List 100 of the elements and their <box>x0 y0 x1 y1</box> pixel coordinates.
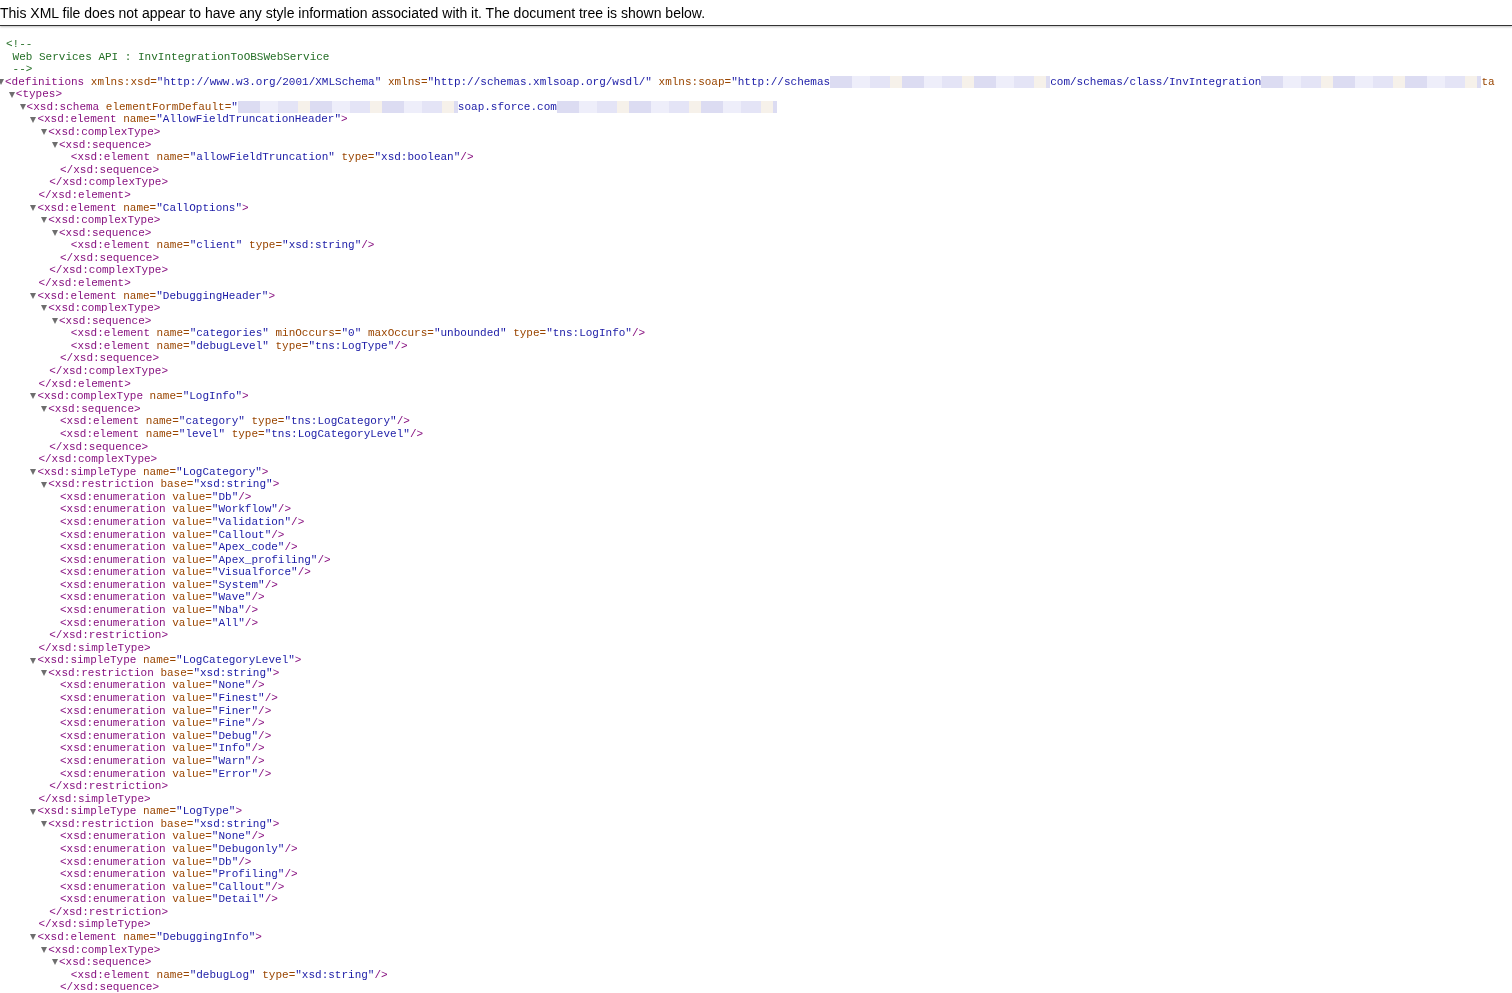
disclosure-triangle-icon[interactable] <box>41 670 48 677</box>
code-line: <xsd:element name="debugLevel" type="tns:LogType"/> <box>70 339 408 353</box>
code-line: <xsd:enumeration value="Debug"/> <box>60 729 272 743</box>
code-line: <xsd:enumeration value="Apex_code"/> <box>60 541 298 554</box>
code-line: <definitions xmlns:xsd="http://www.w3.org/2001/XMLSchema" xmlns="http://schemas.xmlsoap.org/wsdl/" xmlns:soap="http://schemas <box>5 75 831 89</box>
code-line: </xsd:element> <box>38 188 131 202</box>
code-line: <xsd:sequence> <box>59 138 152 152</box>
disclosure-triangle-icon[interactable] <box>30 468 37 475</box>
code-line: <xsd:enumeration value="None"/> <box>60 830 265 843</box>
code-line: com/schemas/class/InvIntegration <box>1050 75 1262 89</box>
code-line: </xsd:complexType> <box>38 453 158 466</box>
code-line: <!-- <box>6 38 33 51</box>
code-line: <xsd:enumeration value="Warn"/> <box>60 754 265 768</box>
code-line: <xsd:enumeration value="Finest"/> <box>60 692 278 705</box>
code-line: </xsd:restriction> <box>49 780 168 793</box>
code-line: soap.sforce.com <box>457 100 557 114</box>
disclosure-triangle-icon[interactable] <box>30 116 37 123</box>
code-line: <xsd:enumeration value="Nba"/> <box>60 604 259 617</box>
code-line: </xsd:restriction> <box>49 905 168 919</box>
code-line: </xsd:sequence> <box>60 981 160 993</box>
disclosure-triangle-icon[interactable] <box>41 481 48 488</box>
code-line: <xsd:enumeration value="Debugonly"/> <box>60 843 298 856</box>
code-line: </xsd:sequence> <box>60 163 160 177</box>
code-line: </xsd:element> <box>38 277 131 290</box>
disclosure-triangle-icon[interactable] <box>30 393 37 400</box>
disclosure-triangle-icon[interactable] <box>41 217 48 224</box>
code-line: <xsd:enumeration value="None"/> <box>60 679 265 693</box>
code-line: </xsd:complexType> <box>49 365 168 378</box>
code-line: <xsd:simpleType name="LogType"> <box>37 805 243 818</box>
code-line: <xsd:complexType> <box>48 126 161 139</box>
disclosure-triangle-icon[interactable] <box>52 318 58 324</box>
code-line: <xsd:restriction base="xsd:string"> <box>48 817 280 831</box>
code-line: <xsd:sequence> <box>59 226 152 240</box>
code-line: <xsd:sequence> <box>59 314 152 328</box>
code-line: </xsd:sequence> <box>60 352 160 366</box>
code-line: <xsd:element name="allowFieldTruncation" type="xsd:boolean"/> <box>70 151 474 164</box>
code-line: <xsd:element name="client" type="xsd:string"/> <box>70 239 375 252</box>
code-line: <xsd:element name="category" type="tns:LogCategory"/> <box>60 415 410 428</box>
code-line: <xsd:complexType> <box>48 214 161 227</box>
code-line: <xsd:enumeration value="Db"/> <box>60 490 252 504</box>
code-line: <xsd:schema elementFormDefault=" <box>26 100 238 114</box>
code-line: <xsd:sequence> <box>48 402 141 416</box>
code-line: <xsd:element name="categories" minOccurs="0" maxOccurs="unbounded" type="tns:LogInfo"/> <box>70 327 646 340</box>
disclosure-triangle-icon[interactable] <box>52 229 58 236</box>
code-line: </xsd:simpleType> <box>38 641 151 655</box>
code-line: <xsd:element name="debugLog" type="xsd:string"/> <box>70 968 388 982</box>
disclosure-triangle-icon[interactable] <box>41 946 48 953</box>
code-line: <xsd:enumeration value="Detail"/> <box>60 893 278 906</box>
code-line: <xsd:enumeration value="Wave"/> <box>60 591 265 604</box>
code-line: <xsd:simpleType name="LogCategory"> <box>37 465 269 479</box>
code-line: ta <box>1481 75 1495 89</box>
code-line: <xsd:enumeration value="Fine"/> <box>60 717 265 730</box>
code-line: <xsd:restriction base="xsd:string"> <box>48 666 280 680</box>
code-line: <xsd:enumeration value="Apex_profiling"/> <box>60 553 331 567</box>
disclosure-triangle-icon[interactable] <box>52 141 58 148</box>
disclosure-triangle-icon[interactable] <box>19 104 26 111</box>
info-message: This XML file does not appear to have any style information associated with it. The document tree is shown below. <box>0 4 706 21</box>
disclosure-triangle-icon[interactable] <box>30 292 37 299</box>
code-line: <xsd:complexType> <box>48 302 161 315</box>
code-line: <xsd:element name="AllowFieldTruncationHeader"> <box>37 113 348 127</box>
code-line: <xsd:enumeration value="Info"/> <box>60 742 265 755</box>
code-line: </xsd:complexType> <box>49 176 168 189</box>
code-line: <xsd:enumeration value="Visualforce"/> <box>60 566 311 579</box>
code-line: </xsd:sequence> <box>60 251 160 265</box>
disclosure-triangle-icon[interactable] <box>30 808 37 815</box>
code-line: <xsd:simpleType name="LogCategoryLevel"> <box>37 654 302 667</box>
code-line: <xsd:enumeration value="Validation"/> <box>60 515 305 529</box>
code-line: --> <box>11 63 33 76</box>
code-line: </xsd:element> <box>38 377 131 391</box>
code-line: <xsd:enumeration value="Callout"/> <box>60 880 285 894</box>
code-line: </xsd:simpleType> <box>38 918 151 932</box>
disclosure-triangle-icon[interactable] <box>52 959 58 966</box>
code-line: <xsd:enumeration value="Error"/> <box>60 767 272 781</box>
code-line: <xsd:element name="DebuggingHeader"> <box>37 289 276 303</box>
disclosure-triangle-icon[interactable] <box>41 406 48 413</box>
code-line: <xsd:enumeration value="All"/> <box>60 616 259 630</box>
code-line: Web Services API : InvIntegrationToOBSWebService <box>11 50 330 64</box>
code-line: <xsd:sequence> <box>59 956 152 969</box>
code-line: <xsd:element name="level" type="tns:LogCategoryLevel"/> <box>60 427 424 441</box>
code-line: <types> <box>15 88 62 101</box>
disclosure-triangle-icon[interactable] <box>41 129 48 136</box>
code-line: <xsd:complexType name="LogInfo"> <box>37 390 249 403</box>
code-line: </xsd:sequence> <box>49 440 149 454</box>
disclosure-triangle-icon[interactable] <box>30 934 37 941</box>
code-line: </xsd:simpleType> <box>38 792 151 806</box>
disclosure-triangle-icon[interactable] <box>41 821 48 828</box>
disclosure-triangle-icon[interactable] <box>8 91 15 98</box>
code-line: <xsd:element name="DebuggingInfo"> <box>37 931 262 944</box>
code-line: <xsd:complexType> <box>48 943 161 957</box>
code-line: <xsd:enumeration value="Callout"/> <box>60 528 285 542</box>
code-line: <xsd:enumeration value="Profiling"/> <box>60 868 298 881</box>
code-line: <xsd:enumeration value="Db"/> <box>60 855 252 869</box>
disclosure-triangle-icon[interactable] <box>30 657 37 664</box>
code-line: <xsd:restriction base="xsd:string"> <box>48 478 280 491</box>
code-line: </xsd:restriction> <box>49 629 168 642</box>
code-line: <xsd:enumeration value="Workflow"/> <box>60 503 292 516</box>
code-line: <xsd:enumeration value="Finer"/> <box>60 704 272 718</box>
code-line: <xsd:enumeration value="System"/> <box>60 578 278 592</box>
disclosure-triangle-icon[interactable] <box>30 204 37 211</box>
disclosure-triangle-icon[interactable] <box>41 305 48 312</box>
